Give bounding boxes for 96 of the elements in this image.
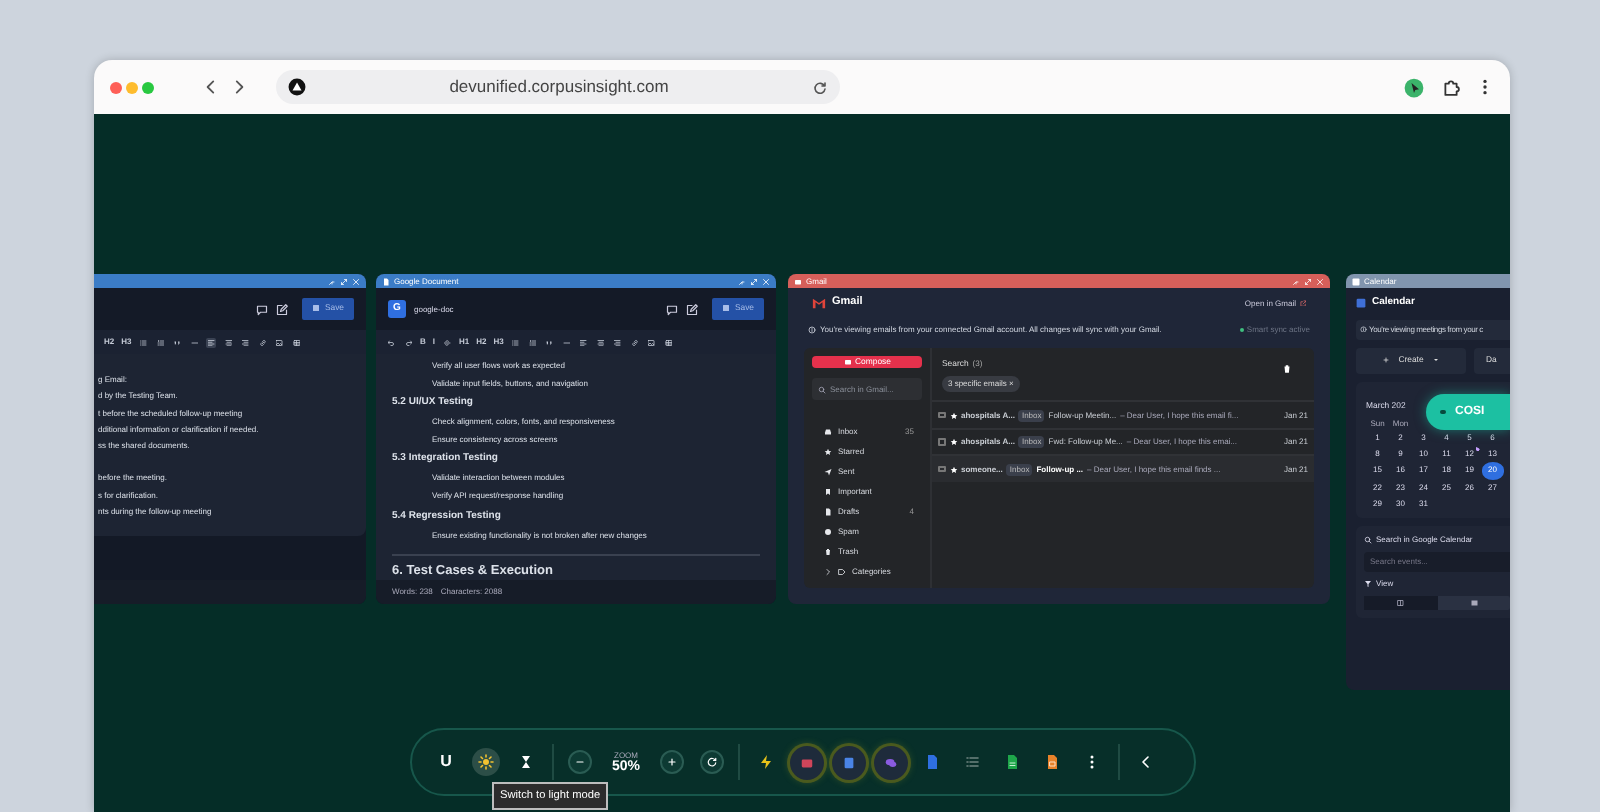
comment-icon[interactable]: [666, 303, 679, 315]
link-icon[interactable]: [257, 337, 268, 347]
undo-icon[interactable]: [386, 337, 396, 347]
close-icon[interactable]: [762, 277, 770, 285]
floppy-icon: [722, 304, 731, 313]
slides-icon: [1044, 754, 1061, 770]
mail-icon: [843, 358, 852, 367]
star-icon[interactable]: [949, 411, 957, 420]
search-icon: [818, 385, 826, 394]
sun-button[interactable]: [472, 748, 500, 776]
site-logo-icon: [288, 78, 306, 96]
external-link-icon: [1299, 299, 1306, 307]
forward-icon[interactable]: [230, 78, 248, 96]
comment-icon[interactable]: [256, 303, 269, 315]
star-icon[interactable]: [949, 438, 957, 447]
mail-button[interactable]: [790, 745, 825, 779]
calendar-icon: [842, 755, 857, 769]
expand-icon[interactable]: [340, 277, 348, 285]
align-left-icon[interactable]: [206, 337, 217, 347]
minus-button[interactable]: [568, 750, 592, 774]
horizontal-rule-icon[interactable]: [189, 337, 200, 347]
send-icon: [824, 468, 832, 477]
quote-icon[interactable]: [544, 337, 555, 347]
link-icon[interactable]: [629, 337, 640, 347]
page-icon: [824, 508, 832, 517]
alert-icon: [824, 528, 832, 537]
bullet-list-icon[interactable]: [138, 337, 149, 347]
spreadsheet-icon: [1004, 754, 1021, 770]
puzzle-icon[interactable]: [1442, 78, 1460, 96]
search-icon: [1364, 535, 1372, 543]
back-icon[interactable]: [202, 78, 220, 96]
floppy-icon: [312, 304, 321, 313]
align-right-icon[interactable]: [612, 337, 623, 347]
refresh-icon: [706, 756, 719, 768]
tag-icon: [838, 568, 846, 577]
info-icon: [808, 325, 816, 333]
align-left-icon[interactable]: [578, 337, 589, 347]
expand-icon[interactable]: [750, 277, 758, 285]
table-icon[interactable]: [663, 337, 674, 347]
refresh-button[interactable]: [700, 750, 725, 774]
hourglass-icon: [518, 754, 534, 770]
mail-icon: [800, 755, 815, 769]
close-icon[interactable]: [352, 277, 360, 285]
chat-button[interactable]: [874, 745, 909, 779]
address-bar[interactable]: devunified.corpusinsight.com: [276, 70, 840, 104]
shrink-icon[interactable]: [738, 277, 746, 285]
user-button[interactable]: U: [432, 748, 460, 776]
inbox-icon: [824, 428, 832, 437]
mail-logo-icon: [812, 296, 826, 310]
checkbox[interactable]: [938, 411, 945, 419]
align-center-icon[interactable]: [595, 337, 606, 347]
cursor-icon[interactable]: [1404, 77, 1424, 97]
window-icon: [794, 277, 802, 285]
numbered-list-icon[interactable]: [527, 337, 538, 347]
plus-button[interactable]: [660, 750, 685, 774]
table-icon[interactable]: [291, 337, 302, 347]
calendar-logo-icon: [1356, 298, 1366, 309]
plus-icon: [666, 756, 679, 768]
expand-icon[interactable]: [1304, 277, 1312, 285]
edit-icon[interactable]: [276, 303, 289, 315]
calendar-button[interactable]: [832, 745, 867, 779]
window-icon: [1352, 277, 1360, 285]
strikethrough-icon[interactable]: [442, 337, 453, 347]
chevron-right-icon: [824, 568, 832, 577]
minus-icon: [574, 756, 586, 768]
status-dot: [1440, 409, 1445, 415]
url-text: devunified.corpusinsight.com: [447, 74, 671, 100]
image-icon[interactable]: [646, 337, 657, 347]
align-right-icon[interactable]: [240, 337, 251, 347]
quote-icon[interactable]: [172, 337, 183, 347]
trash-icon: [824, 548, 832, 557]
star-icon: [824, 448, 832, 457]
align-center-icon[interactable]: [223, 337, 234, 347]
label-icon: [824, 488, 832, 497]
bullet-list-icon[interactable]: [510, 337, 521, 347]
edit-icon[interactable]: [686, 303, 699, 315]
list-icon: [964, 754, 981, 770]
shrink-icon[interactable]: [1292, 277, 1300, 285]
lightning-icon: [758, 754, 775, 770]
star-icon[interactable]: [949, 465, 957, 474]
image-icon[interactable]: [274, 337, 285, 347]
checkbox[interactable]: [938, 465, 945, 473]
numbered-list-icon[interactable]: [155, 337, 166, 347]
filter-icon: [1364, 579, 1372, 587]
info-icon: [1360, 325, 1367, 333]
trash-icon[interactable]: [1282, 364, 1292, 374]
document-icon: [924, 754, 941, 770]
horizontal-rule-icon[interactable]: [561, 337, 572, 347]
chat-icon: [884, 755, 899, 769]
sun-icon: [478, 754, 494, 770]
close-icon[interactable]: [1316, 277, 1324, 285]
shrink-icon[interactable]: [328, 277, 336, 285]
reload-icon[interactable]: [812, 79, 828, 95]
checkbox[interactable]: [938, 438, 945, 446]
chevron-left-icon: [1138, 754, 1155, 770]
redo-icon[interactable]: [403, 337, 413, 347]
